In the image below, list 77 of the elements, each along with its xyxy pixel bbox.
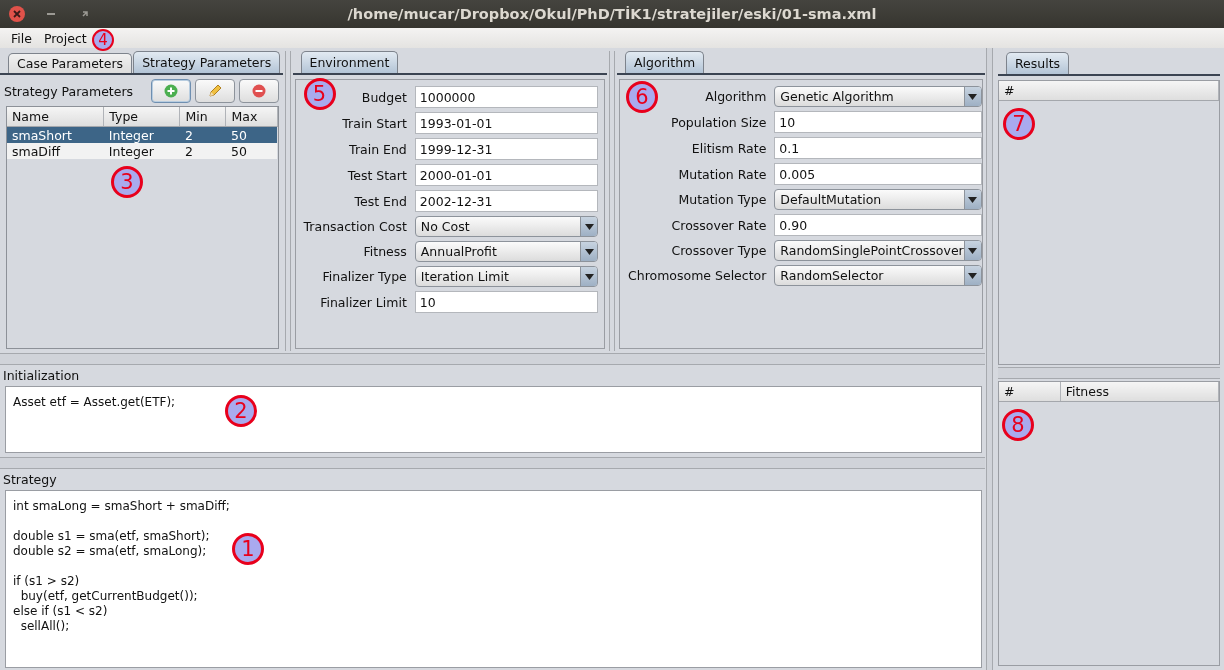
tab[interactable]: Strategy Parameters <box>133 51 281 73</box>
tab[interactable]: Case Parameters <box>8 53 133 73</box>
window-title: /home/mucar/Dropbox/Okul/PhD/TİK1/stratejiler/eski/01-sma.xml <box>347 6 877 22</box>
caret-icon <box>584 273 594 280</box>
dropdown[interactable]: Genetic Algorithm <box>774 86 982 107</box>
callout-marker: 7 <box>1003 108 1035 140</box>
dropdown[interactable]: RandomSinglePointCrossover <box>774 240 982 261</box>
field-label: Finalizer Type <box>322 269 407 284</box>
input-field[interactable]: 2000-01-01 <box>414 164 598 186</box>
table-row[interactable]: smaDiff Integer 2 50 <box>7 143 278 159</box>
field-label: Crossover Rate <box>671 217 767 233</box>
callout-marker: 8 <box>1002 409 1034 441</box>
column-header[interactable]: # <box>999 382 1061 402</box>
menu-item[interactable]: Project <box>38 30 92 46</box>
input-field[interactable]: 0.005 <box>774 163 982 185</box>
field-label: Population Size <box>671 114 767 130</box>
minus-icon <box>251 84 266 98</box>
caret-icon <box>968 93 978 100</box>
field-label: Mutation Rate <box>678 166 767 182</box>
column-header[interactable]: Max <box>225 107 278 127</box>
section-title: Strategy Parameters <box>4 83 135 99</box>
tab[interactable]: Algorithm <box>625 51 705 73</box>
field-label: Chromosome Selector <box>628 268 767 283</box>
table-row[interactable]: smaShort Integer 2 50 <box>7 126 278 143</box>
tab[interactable]: Results <box>1006 52 1070 74</box>
caret-icon <box>584 248 594 255</box>
field-label: Elitism Rate <box>691 140 767 156</box>
field-label: Algorithm <box>705 89 767 104</box>
column-header[interactable]: Name <box>7 107 104 127</box>
section-title: Initialization <box>2 367 81 384</box>
edit-button[interactable] <box>194 79 235 103</box>
input-field[interactable]: 10 <box>774 111 982 133</box>
input-field[interactable]: 1999-12-31 <box>414 138 598 160</box>
field-label: Train End <box>349 141 407 157</box>
field-label: Transaction Cost <box>303 219 407 234</box>
input-field[interactable]: 2002-12-31 <box>414 190 598 212</box>
field-label: Test End <box>354 193 407 209</box>
pencil-icon <box>206 83 223 99</box>
dropdown[interactable]: DefaultMutation <box>774 189 982 210</box>
dropdown[interactable]: Iteration Limit <box>414 266 598 287</box>
caret-icon <box>584 223 594 230</box>
menu-item[interactable]: File <box>6 30 37 46</box>
field-label: Budget <box>361 89 407 105</box>
callout-marker: 6 <box>626 81 658 113</box>
input-field[interactable]: 10 <box>414 291 598 313</box>
dropdown[interactable]: RandomSelector <box>774 265 982 286</box>
table-cell: 50 <box>225 143 278 159</box>
section-title: Strategy <box>2 471 58 488</box>
remove-button[interactable] <box>238 79 279 103</box>
column-header[interactable]: Type <box>103 107 180 127</box>
dropdown[interactable]: AnnualProfit <box>414 241 598 262</box>
input-field[interactable]: 0.90 <box>774 214 982 236</box>
column-header[interactable]: Min <box>180 107 226 127</box>
field-label: Test Start <box>347 167 407 183</box>
dropdown[interactable]: No Cost <box>414 216 598 237</box>
field-label: Mutation Type <box>678 192 767 207</box>
field-label: Fitness <box>363 244 407 259</box>
tab[interactable]: Environment <box>300 51 399 73</box>
add-button[interactable] <box>150 79 191 103</box>
input-field[interactable]: 0.1 <box>774 137 982 159</box>
field-label: Finalizer Limit <box>320 294 407 310</box>
input-field[interactable]: 1993-01-01 <box>414 112 598 134</box>
field-label: Crossover Type <box>671 243 767 258</box>
column-header[interactable]: # <box>999 81 1219 101</box>
caret-icon <box>968 272 978 279</box>
table-cell: Integer <box>103 143 180 159</box>
close-icon[interactable] <box>8 5 26 23</box>
input-field[interactable]: 1000000 <box>414 86 598 108</box>
table-cell: smaDiff <box>7 143 104 159</box>
callout-marker: 5 <box>303 78 336 110</box>
caret-icon <box>968 247 978 254</box>
caret-icon <box>968 196 978 203</box>
table-cell: 2 <box>180 143 226 159</box>
field-label: Train Start <box>342 115 407 131</box>
column-header[interactable]: Fitness <box>1060 382 1219 402</box>
plus-icon <box>163 84 178 98</box>
callout-marker: 3 <box>111 166 143 198</box>
